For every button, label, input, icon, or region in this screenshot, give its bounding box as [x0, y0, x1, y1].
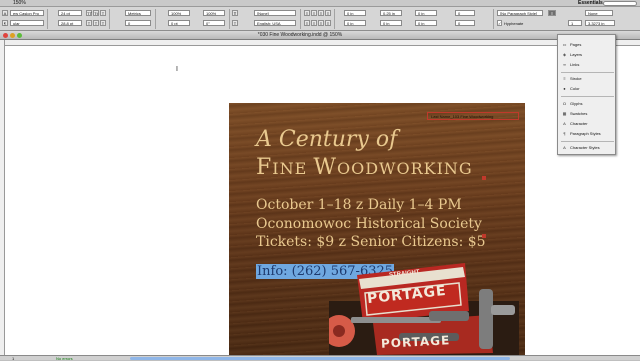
panel-item-color[interactable]: ● Color: [560, 85, 615, 93]
status-bar: 1 No errors: [0, 355, 640, 361]
panel-item-character[interactable]: A Character: [560, 120, 615, 128]
strikethrough-button[interactable]: T: [100, 20, 106, 26]
glyphs-icon: Ω: [563, 101, 566, 107]
small-caps-button[interactable]: Tt: [93, 10, 99, 16]
document-tab-bar: *030 Fine Woodworking.indd @ 150%: [0, 31, 640, 40]
subscript-button[interactable]: T: [93, 20, 99, 26]
all-caps-button[interactable]: TT: [86, 10, 92, 16]
justify-all-icon[interactable]: ≡: [325, 20, 331, 26]
kerning-field[interactable]: Metrics: [125, 10, 151, 16]
poster-title-line-1[interactable]: A Century of: [256, 127, 397, 152]
align-towards-spine-icon[interactable]: ≡: [325, 10, 331, 16]
panel-item-glyphs[interactable]: Ω Glyphs: [560, 100, 615, 108]
columns-field[interactable]: 1: [568, 20, 582, 26]
preflight-status[interactable]: No errors: [56, 356, 73, 361]
font-family-field[interactable]: ew Caslon Pro: [10, 10, 44, 16]
help-search-field[interactable]: [603, 1, 637, 6]
first-line-indent-field[interactable]: 0.25 in: [380, 10, 402, 16]
justify-center-icon[interactable]: ≡: [311, 20, 317, 26]
swatches-icon: ▦: [562, 111, 567, 117]
space-after-field[interactable]: 0 in: [415, 20, 437, 26]
poster-tickets-line[interactable]: Tickets: $9 z Senior Citizens: $5: [256, 234, 486, 250]
drop-cap-chars-field[interactable]: 0: [455, 20, 475, 26]
paragraph-styles-icon: ¶: [563, 131, 566, 137]
zoom-level[interactable]: 150%: [13, 0, 26, 6]
paragraph-style-field[interactable]: [No Paragraph Style]: [497, 10, 543, 16]
text-frame-out-port-icon[interactable]: [482, 234, 486, 238]
hyphenate-checkbox[interactable]: ✓: [497, 20, 502, 26]
character-mode-button[interactable]: A: [2, 10, 8, 16]
space-before-field[interactable]: 0 in: [415, 10, 437, 16]
underline-button[interactable]: T: [86, 20, 92, 26]
font-size-field[interactable]: 24 pt: [58, 10, 82, 16]
justify-right-icon[interactable]: ≡: [318, 20, 324, 26]
character-icon: A: [563, 121, 566, 127]
character-style-field[interactable]: [None]: [254, 10, 296, 16]
slug-text-frame[interactable]: [427, 112, 519, 120]
stroke-swatch-icon[interactable]: T: [232, 20, 238, 26]
baseline-shift-field[interactable]: 0 pt: [168, 20, 190, 26]
horizontal-scale-field[interactable]: 100%: [203, 10, 225, 16]
paragraph-mode-button[interactable]: ¶: [2, 20, 8, 26]
poster-venue-line[interactable]: Oconomowoc Historical Society: [256, 216, 482, 232]
poster-dates-line[interactable]: October 1–18 z Daily 1–4 PM: [256, 197, 462, 213]
poster-page[interactable]: Last Name_103 Fine Woodworking A Century…: [229, 103, 525, 355]
span-columns-field[interactable]: None: [585, 10, 613, 16]
panel-dock: ▭ Pages ◈ Layers ∞ Links ≡ Stroke ● Color Ω Gl…: [557, 34, 616, 155]
right-indent-field[interactable]: 0 in: [344, 20, 366, 26]
panel-item-links[interactable]: ∞ Links: [560, 61, 615, 69]
language-field[interactable]: English: USA: [254, 20, 296, 26]
column-width-field[interactable]: 3.3273 in: [585, 20, 615, 26]
links-icon: ∞: [563, 62, 566, 68]
control-panel: A ¶ ew Caslon Pro ular 24 pt 28.8 pt TT …: [0, 7, 640, 31]
page-number-field[interactable]: 1: [12, 356, 14, 361]
left-indent-field[interactable]: 0 in: [344, 10, 366, 16]
leading-field[interactable]: 28.8 pt: [58, 20, 82, 26]
text-cursor-icon: I: [176, 66, 178, 73]
panel-item-swatches[interactable]: ▦ Swatches: [560, 110, 615, 118]
panel-item-stroke[interactable]: ≡ Stroke: [560, 75, 615, 83]
stroke-icon: ≡: [563, 76, 566, 82]
layers-icon: ◈: [562, 52, 567, 58]
superscript-button[interactable]: T: [100, 10, 106, 16]
panel-item-pages[interactable]: ▭ Pages: [560, 41, 615, 49]
align-left-icon[interactable]: ≡: [304, 10, 310, 16]
fill-swatch-icon[interactable]: T: [232, 10, 238, 16]
color-icon: ●: [563, 86, 566, 92]
hyphenate-label: Hyphenate: [504, 21, 524, 26]
drop-cap-lines-field[interactable]: 0: [455, 10, 475, 16]
application-bar: 150% Essentials: [0, 0, 640, 7]
align-right-icon[interactable]: ≡: [318, 10, 324, 16]
character-styles-icon: A: [563, 145, 566, 151]
pages-icon: ▭: [562, 42, 567, 48]
panel-item-character-styles[interactable]: A Character Styles: [560, 144, 615, 152]
vertical-scale-field[interactable]: 100%: [168, 10, 190, 16]
justify-left-icon[interactable]: ≡: [304, 20, 310, 26]
font-style-field[interactable]: ular: [10, 20, 44, 26]
tracking-field[interactable]: 0: [125, 20, 151, 26]
text-frame-overset-icon[interactable]: [482, 176, 486, 180]
poster-title-line-2[interactable]: FINE WOODWORKING: [256, 155, 473, 180]
align-baseline-grid-icon[interactable]: ≡: [548, 10, 556, 16]
align-center-icon[interactable]: ≡: [311, 10, 317, 16]
panel-item-layers[interactable]: ◈ Layers: [560, 51, 615, 59]
document-tab-title[interactable]: *030 Fine Woodworking.indd @ 150%: [0, 32, 600, 38]
skew-field[interactable]: 0°: [203, 20, 225, 26]
last-line-indent-field[interactable]: 0 in: [380, 20, 402, 26]
workspace-switcher[interactable]: Essentials: [578, 0, 603, 6]
panel-item-paragraph-styles[interactable]: ¶ Paragraph Styles: [560, 130, 615, 138]
